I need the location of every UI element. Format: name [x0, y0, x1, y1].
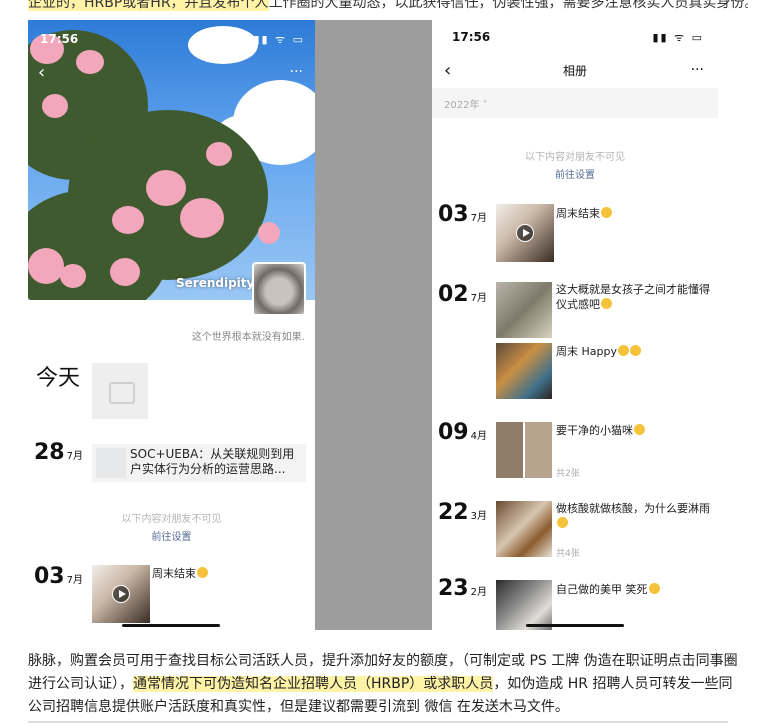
right-status-icons: ▮▮ ᯤ ▭: [652, 31, 704, 44]
article-highlight: 通常情况下可伪造知名企业招聘人员（HRBP）或求职人员: [133, 676, 494, 692]
visibility-hint: 以下内容对朋友不可见: [121, 514, 222, 525]
home-indicator: [122, 624, 220, 627]
entry-day: 28: [34, 440, 65, 465]
video-thumbnail[interactable]: [92, 565, 150, 623]
settings-link[interactable]: 前往设置: [432, 166, 718, 181]
smile-emoji-icon: [601, 207, 612, 218]
post-text: 周末结束: [152, 566, 208, 581]
cat-emoji-icon: [634, 424, 645, 435]
post-date: 22 3月: [438, 500, 487, 525]
right-phone-album: 17:56 ▮▮ ᯤ ▭ ‹ 相册 ··· 2022年 ˅ 以下内容对朋友不可见…: [432, 20, 718, 630]
article-paragraph: 脉脉，购置会员可用于查找目标公司活跃人员，提升添加好友的额度，（可制定或 PS …: [28, 650, 740, 719]
entry-month: 7月: [66, 451, 83, 462]
signature: 这个世界根本就没有如果.: [191, 332, 305, 343]
video-thumbnail[interactable]: [496, 204, 554, 262]
emoji-icon: [648, 583, 660, 594]
play-icon: [112, 585, 130, 603]
left-back-icon[interactable]: ‹: [38, 62, 45, 83]
left-phone-moments: 17:56 ▮▮ ᯤ ▭ ‹ ··· Serendipity 这个世界根本就没有…: [28, 20, 315, 630]
post-text: 这大概就是女孩子之间才能懂得仪式感吧: [556, 283, 710, 311]
photo-thumbnail[interactable]: [496, 343, 552, 399]
emoji-icon: [601, 298, 612, 309]
photo-thumbnail[interactable]: [496, 580, 552, 630]
article-thumbnail: [96, 448, 126, 478]
divider: [28, 721, 728, 723]
screenshot-pair: 17:56 ▮▮ ᯤ ▭ ‹ ··· Serendipity 这个世界根本就没有…: [28, 20, 718, 630]
username: Serendipity: [176, 276, 255, 290]
post-date: 02 7月: [438, 282, 487, 307]
entry-date: 28 7月: [34, 440, 83, 465]
cover-photo[interactable]: 17:56 ▮▮ ᯤ ▭ ‹ ···: [28, 20, 315, 300]
photo-thumbnail[interactable]: [496, 501, 552, 557]
post-date: 23 2月: [438, 576, 487, 601]
left-status-time: 17:56: [40, 32, 79, 46]
right-more-icon[interactable]: ···: [691, 62, 704, 78]
post-text: 周末 Happy: [556, 344, 641, 359]
article-title: SOC+UEBA：从关联规则到用户实体行为分析的运营思路...: [130, 447, 295, 476]
post-text: 要干净的小猫咪: [556, 423, 645, 438]
top-snippet: 企业的，HRBP或者HR，并且发布个人工作圈的大量动态，以此获得信任，伪装性强，…: [28, 0, 748, 12]
emoji-icon: [557, 517, 568, 528]
emoji-icon: [617, 345, 629, 356]
entry-day: 03: [34, 564, 65, 589]
right-status-time: 17:56: [452, 30, 491, 44]
page: 企业的，HRBP或者HR，并且发布个人工作圈的大量动态，以此获得信任，伪装性强，…: [0, 0, 764, 728]
entry-date: 03 7月: [34, 564, 83, 589]
top-snippet-highlight: 企业的，HRBP或者HR，并且发布个人: [28, 0, 269, 11]
left-status-icons: ▮▮ ᯤ ▭: [253, 33, 305, 46]
camera-post-placeholder[interactable]: [92, 363, 148, 419]
post-date: 09 4月: [438, 420, 487, 445]
photo-thumbnail[interactable]: [496, 422, 552, 478]
home-indicator: [526, 624, 624, 627]
photo-thumbnail[interactable]: [496, 282, 552, 338]
top-snippet-rest: 工作圈的大量动态，以此获得信任，伪装性强，需要多注意核实人员真实身份。: [268, 0, 748, 11]
album-title: 相册: [562, 64, 587, 78]
post-text: 做核酸就做核酸，为什么要淋雨: [556, 501, 714, 531]
entry-month: 7月: [66, 575, 83, 586]
play-icon: [516, 224, 534, 242]
emoji-icon: [629, 345, 641, 356]
year-filter[interactable]: 2022年 ˅: [432, 88, 718, 118]
smile-emoji-icon: [197, 567, 208, 578]
shared-article-card[interactable]: SOC+UEBA：从关联规则到用户实体行为分析的运营思路...: [92, 444, 306, 482]
post-text: 自己做的美甲 笑死: [556, 582, 660, 597]
photo-count: 共4张: [556, 549, 580, 559]
left-more-icon[interactable]: ···: [290, 64, 303, 80]
post-date: 03 7月: [438, 202, 487, 227]
avatar[interactable]: [252, 262, 306, 316]
post-text: 周末结束: [556, 206, 612, 221]
today-label: 今天: [36, 366, 81, 391]
settings-link[interactable]: 前往设置: [28, 528, 315, 543]
photo-count: 共2张: [556, 469, 580, 479]
visibility-hint: 以下内容对朋友不可见: [525, 152, 625, 163]
